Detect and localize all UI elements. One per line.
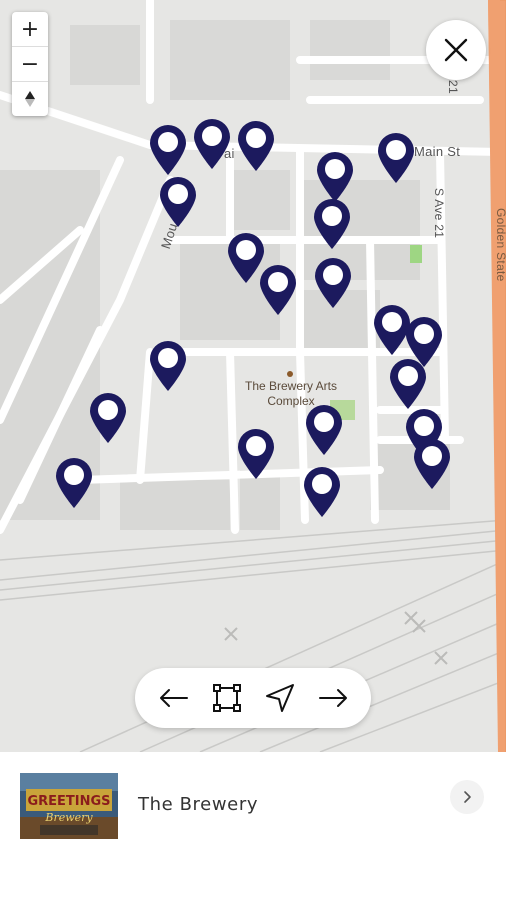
street-label-ave21: S Ave 21	[432, 188, 446, 239]
svg-text:Brewery: Brewery	[44, 811, 93, 824]
next-button[interactable]	[313, 678, 353, 718]
map-base	[0, 0, 506, 752]
map-pin-icon	[160, 177, 196, 227]
map-pin[interactable]	[304, 404, 344, 456]
map-pin-icon	[238, 429, 274, 479]
map-pin[interactable]	[236, 428, 276, 480]
arrow-right-icon	[318, 689, 347, 707]
navigate-icon	[265, 684, 294, 712]
map-pin[interactable]	[388, 358, 428, 410]
map-pin[interactable]	[258, 264, 298, 316]
compass-button[interactable]	[12, 82, 48, 116]
previous-button[interactable]	[154, 678, 194, 718]
fit-bounds-button[interactable]	[207, 678, 247, 718]
map-pin[interactable]	[54, 457, 94, 509]
map-pin-icon	[390, 359, 426, 409]
map-pin[interactable]	[88, 392, 128, 444]
map-pin-icon	[238, 121, 274, 171]
zoom-out-button[interactable]: −	[12, 47, 48, 82]
map-pin[interactable]	[192, 118, 232, 170]
map-pin[interactable]	[148, 124, 188, 176]
svg-text:GREETINGS: GREETINGS	[27, 794, 110, 809]
map-view[interactable]: ai Main St Mou S Ave 21 21 Golden State …	[0, 0, 506, 752]
place-thumbnail: GREETINGS Brewery	[20, 773, 118, 839]
map-pin[interactable]	[313, 257, 353, 309]
fit-bounds-icon	[212, 684, 241, 712]
map-pin[interactable]	[236, 120, 276, 172]
map-pin-icon	[414, 439, 450, 489]
map-pin-icon	[306, 405, 342, 455]
street-label-main-st: Main St	[414, 144, 461, 159]
map-pin-icon	[378, 133, 414, 183]
close-button[interactable]	[426, 20, 486, 80]
map-pin-icon	[304, 467, 340, 517]
zoom-in-button[interactable]: +	[12, 12, 48, 47]
place-title: The Brewery	[138, 794, 259, 815]
map-pin-icon	[314, 199, 350, 249]
map-pin-icon	[260, 265, 296, 315]
map-pin-icon	[90, 393, 126, 443]
street-label-highway: Golden State	[494, 208, 506, 282]
map-pin[interactable]	[148, 340, 188, 392]
map-pin[interactable]	[158, 176, 198, 228]
locate-button[interactable]	[260, 678, 300, 718]
map-pin-icon	[56, 458, 92, 508]
map-pin[interactable]	[376, 132, 416, 184]
postcard-image: GREETINGS Brewery	[20, 773, 118, 839]
arrow-left-icon	[159, 689, 188, 707]
map-pin[interactable]	[302, 466, 342, 518]
compass-icon	[25, 91, 35, 107]
details-chevron-button[interactable]	[450, 780, 484, 814]
map-pin[interactable]	[312, 198, 352, 250]
chevron-right-icon	[464, 791, 471, 803]
zoom-control: + −	[12, 12, 48, 116]
map-pin-icon	[194, 119, 230, 169]
street-label-21: 21	[446, 80, 460, 94]
map-pin-icon	[150, 341, 186, 391]
map-nav-bar	[135, 668, 371, 728]
map-pin-icon	[150, 125, 186, 175]
map-pin-icon	[315, 258, 351, 308]
place-card[interactable]: GREETINGS Brewery The Brewery	[0, 752, 506, 900]
close-icon	[444, 38, 468, 62]
map-pin-icon	[317, 152, 353, 202]
map-pin[interactable]	[315, 151, 355, 203]
map-pin[interactable]	[412, 438, 452, 490]
